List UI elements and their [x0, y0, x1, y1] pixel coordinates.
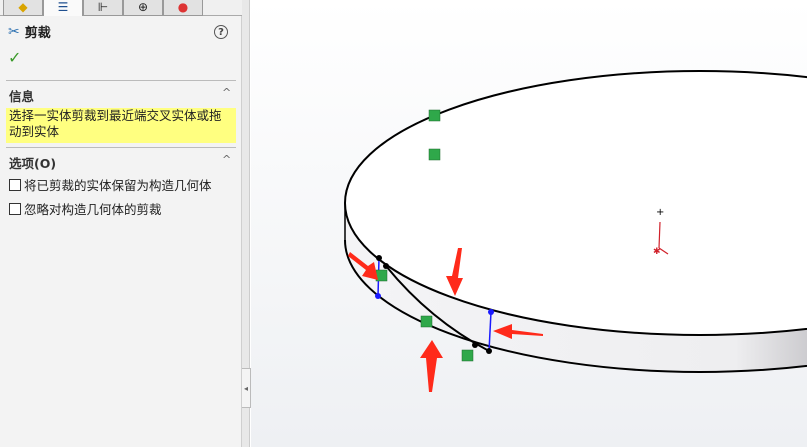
- checkbox-label: 忽略对构造几何体的剪裁: [24, 202, 162, 217]
- configuration-manager-icon: ⊩: [97, 0, 109, 14]
- keep-trimmed-as-construction-checkbox[interactable]: 将已剪裁的实体保留为构造几何体: [9, 175, 212, 194]
- graphics-area[interactable]: + ✱: [251, 0, 807, 447]
- ignore-construction-checkbox[interactable]: 忽略对构造几何体的剪裁: [9, 199, 162, 218]
- info-section-title: 信息: [9, 89, 35, 104]
- tab-feature-manager[interactable]: ◆: [3, 0, 43, 16]
- options-section-title: 选项(O): [9, 156, 57, 171]
- tab-dimxpert[interactable]: ⊕: [123, 0, 163, 16]
- checkbox-label: 将已剪裁的实体保留为构造几何体: [24, 178, 212, 193]
- svg-text:✱: ✱: [653, 247, 661, 257]
- tab-configuration-manager[interactable]: ⊩: [83, 0, 123, 16]
- tab-property-manager[interactable]: ☰: [43, 0, 83, 16]
- relation-icon: [420, 315, 433, 328]
- display-manager-icon: ●: [177, 0, 189, 14]
- endpoint: [376, 255, 382, 261]
- info-message: 选择一实体剪裁到最近端交叉实体或拖动到实体: [6, 108, 236, 143]
- help-button[interactable]: ?: [214, 25, 228, 39]
- ok-button[interactable]: ✓: [8, 48, 21, 67]
- relation-icon: [428, 109, 441, 122]
- checkbox-box[interactable]: [9, 202, 21, 215]
- divider: [6, 147, 236, 148]
- divider: [6, 80, 236, 81]
- endpoint: [488, 309, 494, 315]
- info-collapse-chevron-icon[interactable]: ^: [222, 86, 231, 99]
- relation-icon: [428, 148, 441, 161]
- property-manager-panel: ◆ ☰ ⊩ ⊕ ● ✂ 剪裁 ? ✓ 信息 ^ 选择一实体剪裁到最近端交叉实体或…: [0, 0, 242, 447]
- title-text: 剪裁: [24, 26, 51, 41]
- relation-icon: [461, 349, 474, 362]
- property-manager-icon: ☰: [57, 0, 69, 14]
- trim-icon: ✂: [8, 23, 20, 40]
- endpoint: [383, 263, 389, 269]
- panel-tabs: ◆ ☰ ⊩ ⊕ ●: [0, 0, 242, 16]
- dimxpert-icon: ⊕: [137, 0, 149, 14]
- checkbox-box[interactable]: [9, 178, 21, 191]
- options-collapse-chevron-icon[interactable]: ^: [222, 153, 231, 166]
- endpoint: [375, 293, 381, 299]
- feature-manager-icon: ◆: [18, 0, 28, 14]
- page-title: ✂ 剪裁: [8, 22, 51, 42]
- endpoint: [472, 342, 478, 348]
- svg-text:+: +: [656, 207, 664, 218]
- endpoint: [486, 348, 492, 354]
- splitter-handle[interactable]: ◂: [242, 368, 251, 408]
- tab-display-manager[interactable]: ●: [163, 0, 203, 16]
